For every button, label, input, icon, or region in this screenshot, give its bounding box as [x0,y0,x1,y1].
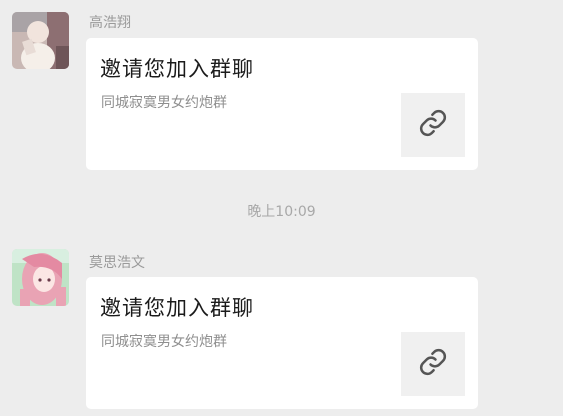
sender-avatar[interactable] [12,12,69,69]
sender-avatar[interactable] [12,249,69,306]
card-thumbnail [401,332,465,396]
card-title: 邀请您加入群聊 [100,57,254,81]
sender-name: 莫思浩文 [89,255,145,271]
group-invite-card[interactable]: 邀请您加入群聊 同城寂寞男女约炮群 [86,277,478,409]
card-title: 邀请您加入群聊 [100,296,254,320]
card-thumbnail [401,93,465,157]
group-invite-card[interactable]: 邀请您加入群聊 同城寂寞男女约炮群 [86,38,478,170]
link-icon [418,347,448,381]
sender-name: 高浩翔 [89,15,131,31]
link-icon [418,108,448,142]
card-description: 同城寂寞男女约炮群 [101,95,227,111]
message-timestamp: 晚上10:09 [247,204,316,220]
card-description: 同城寂寞男女约炮群 [101,334,227,350]
